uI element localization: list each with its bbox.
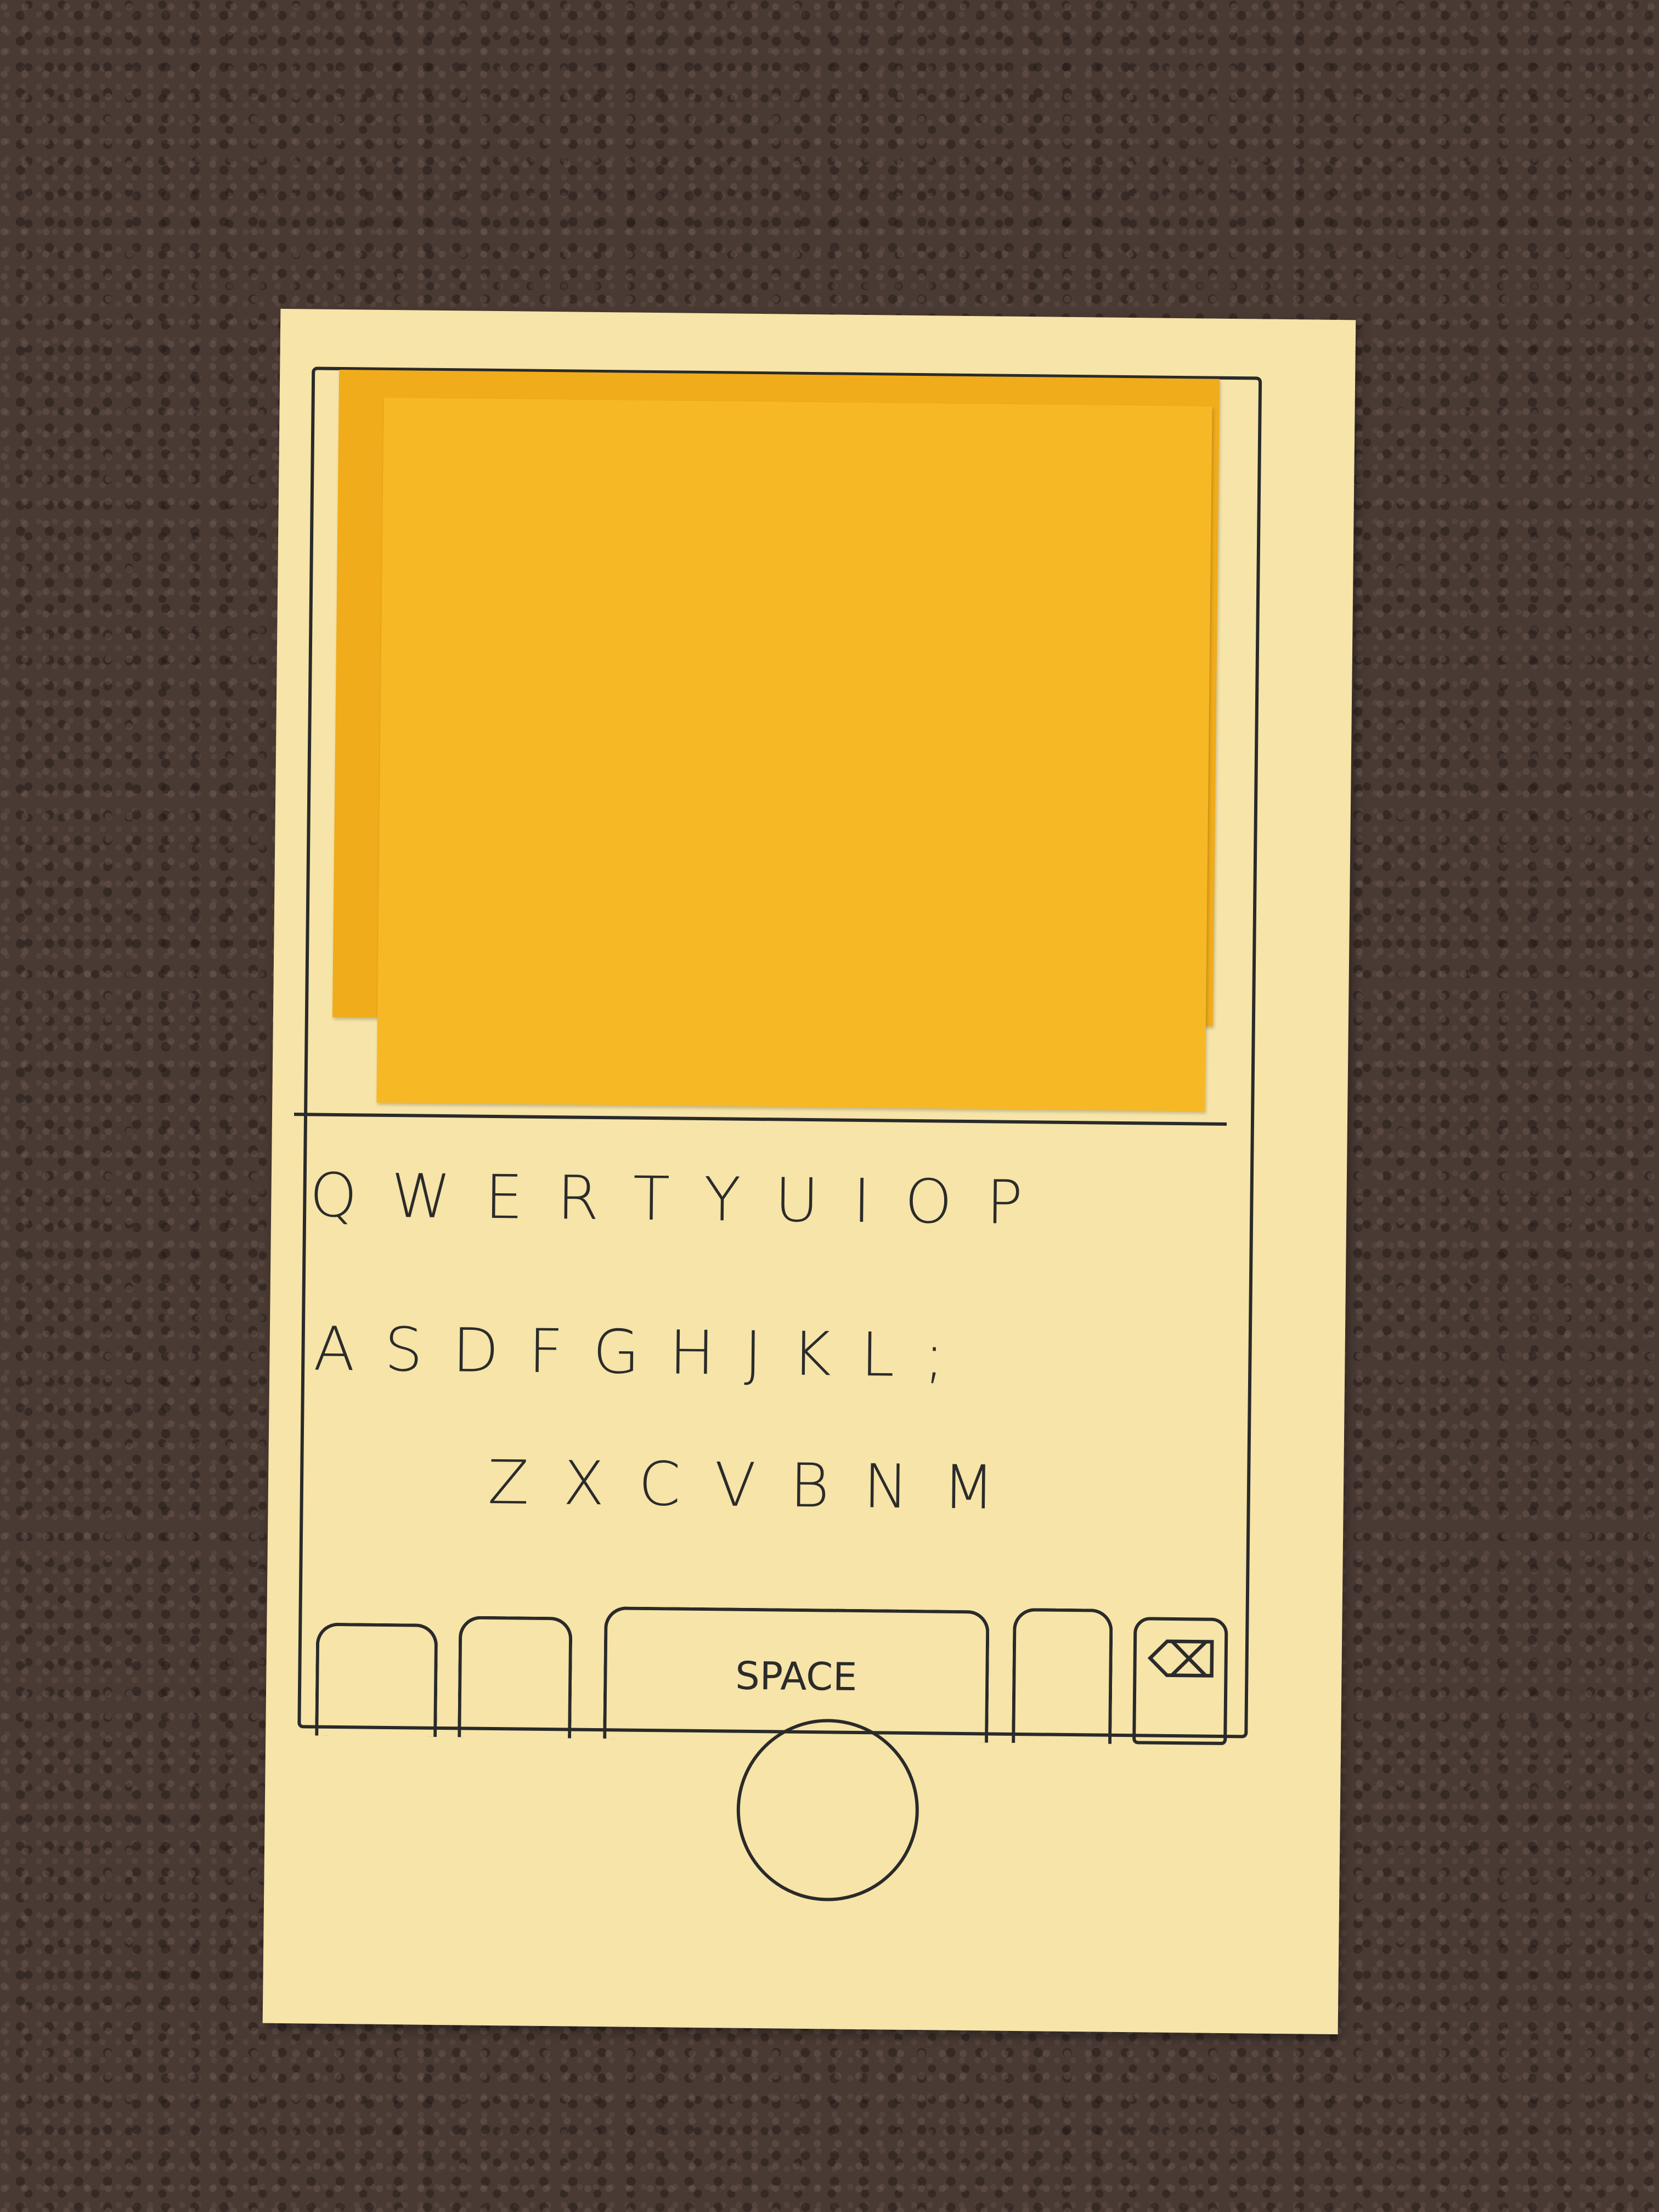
key-p[interactable]: P: [986, 1167, 1023, 1238]
backspace-icon: ⌫: [1147, 1631, 1218, 1690]
key-c[interactable]: C: [638, 1449, 681, 1520]
key-x[interactable]: X: [563, 1448, 605, 1519]
key-k[interactable]: K: [791, 1319, 831, 1390]
key-n[interactable]: N: [863, 1451, 909, 1522]
key-w[interactable]: W: [391, 1161, 451, 1232]
key-o[interactable]: O: [904, 1166, 952, 1237]
delete-key[interactable]: ⌫: [1132, 1617, 1228, 1746]
key-u[interactable]: U: [775, 1165, 820, 1235]
home-button[interactable]: [736, 1718, 920, 1903]
key-d[interactable]: D: [452, 1315, 499, 1386]
key-b[interactable]: B: [789, 1451, 830, 1521]
key-blank-1[interactable]: [315, 1622, 438, 1737]
key-m[interactable]: M: [942, 1452, 995, 1523]
on-screen-keyboard: Q W E R T Y U I O P A S D F G H J K L ; …: [298, 1143, 1237, 1746]
key-y[interactable]: Y: [703, 1164, 741, 1235]
keyboard-bottom-row: SPACE ⌫: [298, 1593, 1233, 1746]
key-e[interactable]: E: [484, 1162, 523, 1233]
key-f[interactable]: F: [528, 1316, 564, 1387]
sticky-note-content-area: [376, 397, 1212, 1111]
keyboard-row-1: Q W E R T Y U I O P: [304, 1160, 1243, 1238]
key-j[interactable]: J: [744, 1318, 763, 1389]
paper-prototype-card: Q W E R T Y U I O P A S D F G H J K L ; …: [262, 308, 1356, 2035]
keyboard-row-3: Z X C V B N M: [301, 1447, 1420, 1523]
key-h[interactable]: H: [669, 1317, 715, 1388]
key-i[interactable]: I: [853, 1166, 871, 1236]
key-q[interactable]: Q: [309, 1160, 358, 1231]
key-g[interactable]: G: [592, 1317, 640, 1387]
key-semicolon[interactable]: ;: [924, 1320, 945, 1390]
space-key[interactable]: SPACE: [603, 1606, 990, 1743]
key-r[interactable]: R: [557, 1163, 600, 1233]
keyboard-row-2: A S D F G H J K L ;: [302, 1314, 1246, 1391]
key-s[interactable]: S: [384, 1314, 423, 1385]
key-blank-2[interactable]: [458, 1616, 573, 1739]
key-v[interactable]: V: [714, 1449, 757, 1520]
key-a[interactable]: A: [313, 1314, 356, 1385]
key-t[interactable]: T: [633, 1164, 670, 1234]
key-z[interactable]: Z: [487, 1447, 529, 1518]
space-key-label: SPACE: [735, 1653, 857, 1700]
key-blank-3[interactable]: [1012, 1607, 1113, 1744]
key-l[interactable]: L: [860, 1319, 895, 1390]
